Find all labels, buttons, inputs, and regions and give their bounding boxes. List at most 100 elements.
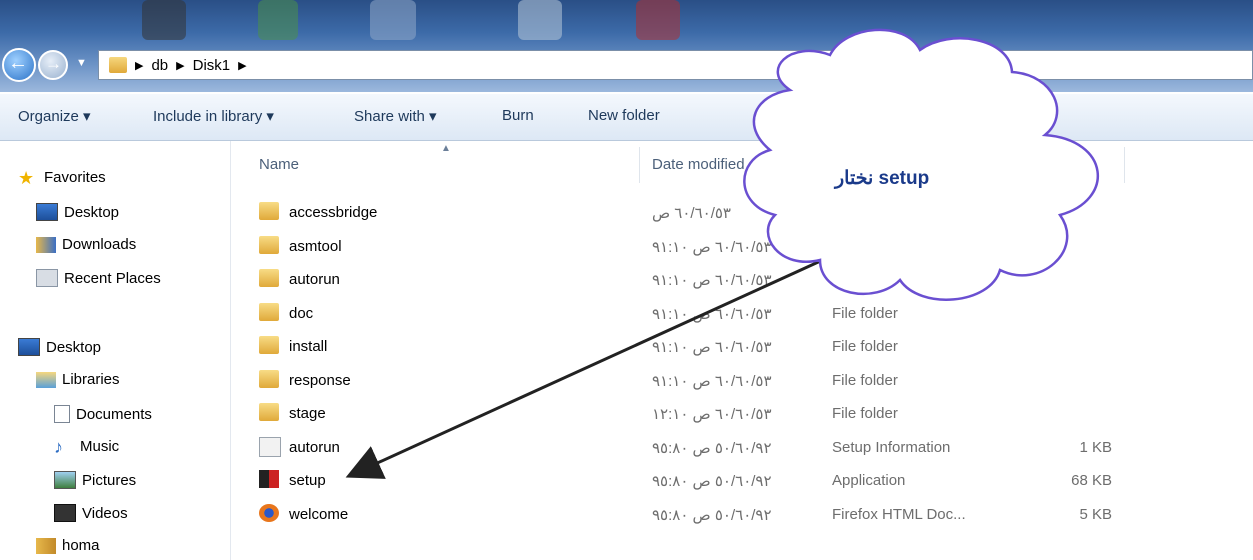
file-type: File folder: [832, 405, 898, 422]
breadcrumb-separator-icon: ▶: [238, 59, 247, 72]
file-name: install: [289, 338, 328, 355]
breadcrumb-separator-icon: ▶: [135, 59, 144, 72]
file-row[interactable]: install ٣٥/٠٦/٠٦ ص ٠١:١٩ File folder: [231, 329, 1253, 363]
nav-libraries[interactable]: Libraries: [36, 371, 120, 388]
desktop-icon: [36, 203, 58, 221]
file-row[interactable]: asmtool ٣٥/٠٦/٠٦ ص ٠١:١٩: [231, 229, 1253, 263]
user-folder-icon: [36, 537, 56, 554]
desktop-icon: [18, 338, 40, 356]
file-type: File folder: [832, 304, 898, 322]
folder-icon: [259, 369, 279, 388]
file-name: setup: [289, 472, 326, 489]
file-row[interactable]: accessbridge ٣٥/٠٦/٠٦ ص: [231, 195, 1253, 229]
file-size: 68 KB: [1071, 472, 1112, 489]
column-header-date-modified[interactable]: Date modified: [652, 156, 745, 173]
forward-button[interactable]: →: [38, 50, 68, 80]
folder-icon: [259, 269, 279, 287]
file-row[interactable]: welcome ٢٩/٠٦/٠٥ ص ٠٨:٥٩ Firefox HTML Doc.…: [231, 497, 1253, 531]
file-row[interactable]: autorun ٣٥/٠٦/٠٦ ص ٠١:١٩ File: [231, 262, 1253, 296]
forward-arrow-icon: →: [45, 54, 62, 73]
pictures-icon: [54, 471, 76, 489]
taskbar-thumbnail: [518, 0, 562, 40]
back-button[interactable]: ←: [2, 48, 36, 82]
file-size: 5 KB: [1079, 505, 1112, 523]
nav-desktop[interactable]: Desktop: [36, 203, 119, 221]
folder-icon: [259, 403, 279, 421]
file-name: accessbridge: [289, 204, 378, 221]
videos-icon: [54, 504, 76, 522]
command-bar: Organize ▾ Include in library ▾ Share wi…: [0, 94, 1253, 141]
back-arrow-icon: ←: [8, 52, 28, 74]
navigation-pane: ★ Favorites Desktop Downloads Recent Pla…: [0, 141, 231, 560]
nav-label: Favorites: [44, 169, 106, 186]
nav-label: Documents: [76, 405, 152, 423]
column-divider[interactable]: [1124, 147, 1125, 183]
include-in-library-button[interactable]: Include in library ▾: [153, 107, 274, 125]
sort-ascending-icon: ▲: [441, 143, 451, 154]
folder-icon: [259, 302, 279, 321]
file-date: ٢٩/٠٦/٠٥ ص ٠٨:٥٩: [652, 439, 772, 457]
nav-label: Videos: [82, 504, 128, 522]
file-list: Name ▲ Date modified accessbridge ٣٥/٠٦/٠…: [231, 141, 1253, 560]
file-date: ٣٥/٠٦/٠٦ ص ٠١:٢١: [652, 406, 772, 423]
column-header-name[interactable]: Name: [259, 156, 299, 173]
nav-label: Music: [80, 438, 120, 455]
breadcrumb-db[interactable]: db: [151, 57, 168, 74]
nav-desktop-root[interactable]: Desktop: [18, 338, 101, 356]
file-row[interactable]: stage ٣٥/٠٦/٠٦ ص ٠١:٢١ File folder: [231, 396, 1253, 430]
nav-music[interactable]: ♪ Music: [54, 436, 120, 457]
file-date: ٣٥/٠٦/٠٦ ص ٠١:١٩: [652, 238, 772, 256]
file-name: asmtool: [289, 237, 342, 255]
new-folder-button[interactable]: New folder: [588, 107, 660, 124]
nav-pictures[interactable]: Pictures: [54, 471, 136, 489]
file-date: ٣٥/٠٦/٠٦ ص ٠١:١٩: [652, 305, 772, 323]
share-with-button[interactable]: Share with ▾: [354, 107, 437, 125]
taskbar-thumbnail: [258, 0, 298, 40]
address-bar[interactable]: ▶ db ▶ Disk1 ▶: [98, 50, 1253, 80]
star-icon: ★: [18, 167, 35, 188]
nav-label: Recent Places: [64, 269, 161, 287]
callout-text: setup نختار: [835, 168, 930, 189]
nav-videos[interactable]: Videos: [54, 504, 128, 522]
nav-label: Libraries: [62, 371, 120, 388]
window-titlebar: ← → ▼ ▶ db ▶ Disk1 ▶: [0, 0, 1253, 92]
file-type: Application: [832, 472, 906, 489]
burn-button[interactable]: Burn: [502, 107, 534, 124]
nav-label: Downloads: [62, 236, 137, 253]
file-type: Setup Information: [832, 438, 951, 456]
file-type: File: [832, 271, 857, 288]
application-icon: [259, 470, 279, 488]
recent-pages-dropdown[interactable]: ▼: [76, 57, 87, 69]
nav-recent-places[interactable]: Recent Places: [36, 269, 161, 287]
nav-favorites[interactable]: ★ Favorites: [18, 167, 106, 188]
file-name: welcome: [289, 505, 349, 523]
file-row[interactable]: doc ٣٥/٠٦/٠٦ ص ٠١:١٩ File folder: [231, 296, 1253, 330]
file-date: ٣٥/٠٦/٠٦ ص ٠١:١٩: [652, 339, 772, 356]
folder-icon: [109, 57, 127, 73]
recent-places-icon: [36, 269, 58, 287]
taskbar-thumbnail: [370, 0, 416, 40]
file-name: autorun: [289, 271, 340, 288]
breadcrumb-disk1[interactable]: Disk1: [193, 57, 231, 74]
file-name: autorun: [289, 438, 340, 456]
file-row[interactable]: setup ٢٩/٠٦/٠٥ ص ٠٨:٥٩ Application 68 KB: [231, 463, 1253, 497]
nav-homa[interactable]: homa: [36, 537, 100, 554]
music-icon: ♪: [54, 436, 63, 457]
organize-button[interactable]: Organize ▾: [18, 107, 91, 125]
file-type: File folder: [832, 371, 898, 389]
nav-documents[interactable]: Documents: [54, 405, 152, 423]
file-name: doc: [289, 304, 314, 322]
folder-icon: [259, 336, 279, 354]
nav-label: Pictures: [82, 471, 137, 489]
file-row[interactable]: response ٣٥/٠٦/٠٦ ص ٠١:١٩ File folder: [231, 363, 1253, 397]
libraries-icon: [36, 371, 56, 388]
file-row[interactable]: autorun ٢٩/٠٦/٠٥ ص ٠٨:٥٩ Setup Information…: [231, 430, 1253, 464]
nav-label: Desktop: [46, 338, 102, 356]
nav-label: Desktop: [64, 203, 120, 221]
nav-downloads[interactable]: Downloads: [36, 236, 136, 253]
folder-icon: [259, 235, 279, 254]
file-date: ٢٩/٠٦/٠٥ ص ٠٨:٥٩: [652, 473, 772, 490]
folder-icon: [259, 202, 279, 220]
downloads-icon: [36, 236, 56, 253]
column-divider[interactable]: [639, 147, 640, 183]
